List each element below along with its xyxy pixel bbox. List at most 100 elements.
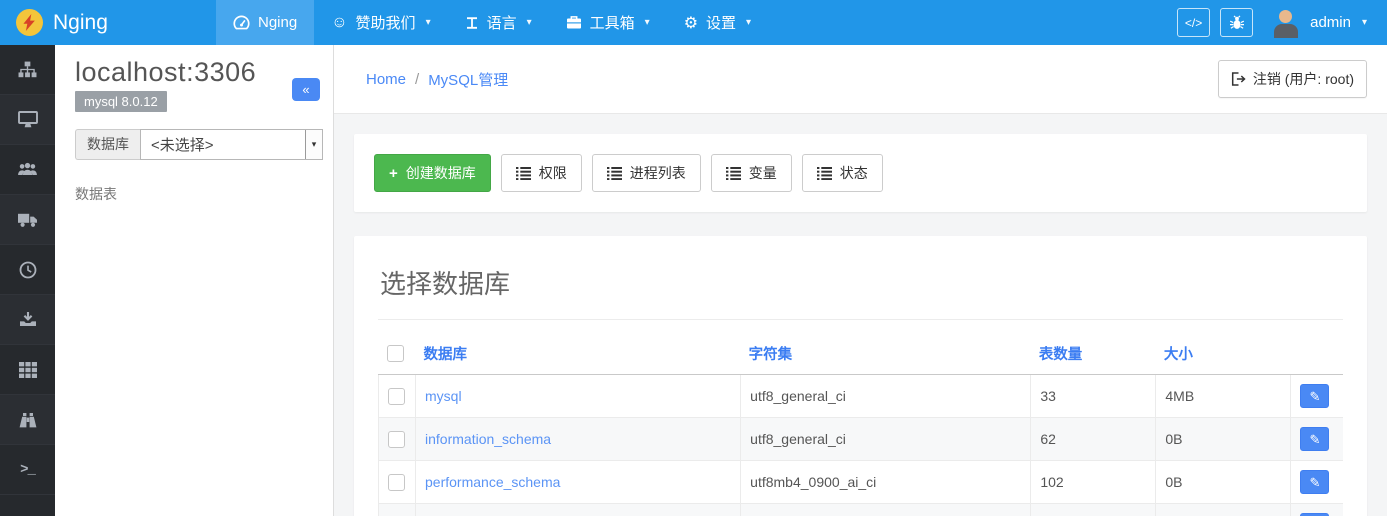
sidebar-item-binoculars[interactable] [0, 395, 55, 445]
header-size[interactable]: 大小 [1155, 333, 1291, 375]
list-icon [606, 166, 622, 180]
pencil-icon: ✎ [1309, 431, 1321, 447]
debug-button[interactable] [1220, 8, 1254, 37]
language-icon [465, 16, 479, 30]
table-row: performance_schema utf8mb4_0900_ai_ci 10… [377, 460, 1343, 504]
header-table-count[interactable]: 表数量 [1030, 333, 1156, 375]
chevron-down-icon: ▾ [526, 17, 532, 28]
logout-label: 注销 (用户: root) [1252, 71, 1354, 87]
sidebar-item-users[interactable] [0, 145, 55, 195]
nav-item-nging[interactable]: Nging [216, 0, 315, 45]
nav-item-label: 语言 [486, 15, 517, 32]
database-link[interactable]: mysql [425, 388, 462, 404]
avatar [1271, 8, 1301, 38]
edit-button[interactable]: ✎ [1300, 427, 1330, 451]
list-icon [816, 166, 832, 180]
cell-tables: 33 [1030, 374, 1157, 418]
nav-item-label: 设置 [706, 15, 737, 32]
nav-item-label: Nging [258, 14, 298, 31]
sidebar-item-table[interactable] [0, 345, 55, 395]
row-checkbox[interactable] [388, 387, 405, 405]
privileges-button[interactable]: 权限 [500, 154, 582, 192]
main-menu: Nging ☺ 赞助我们 ▾ 语言 ▾ 工具箱 ▾ ⚙ 设置 ▾ [216, 0, 768, 45]
nav-item-settings[interactable]: ⚙ 设置 ▾ [667, 0, 768, 45]
toolbar-card: + 创建数据库 权限 进程列表 变量 状态 [354, 134, 1367, 212]
main-content: Home / MySQL管理 注销 (用户: root) + 创建数据库 权限 … [334, 45, 1387, 516]
dashboard-icon [233, 15, 250, 30]
nav-item-language[interactable]: 语言 ▾ [448, 0, 549, 45]
cell-charset: utf8mb4_0900_ai_ci [740, 503, 1032, 516]
select-all-checkbox[interactable] [386, 345, 404, 362]
cell-tables: 101 [1030, 503, 1157, 516]
section-title: 选择数据库 [380, 269, 511, 299]
cell-size: 0B [1155, 460, 1292, 504]
list-icon [515, 166, 531, 180]
database-link[interactable]: information_schema [425, 431, 551, 447]
cell-size: 0B [1155, 417, 1292, 461]
table-row: mysql utf8_general_ci 33 4MB ✎ [377, 374, 1343, 418]
cell-charset: utf8mb4_0900_ai_ci [740, 460, 1032, 504]
create-database-button[interactable]: + 创建数据库 [374, 154, 491, 192]
sidebar-item-download[interactable] [0, 295, 55, 345]
status-button[interactable]: 状态 [801, 154, 883, 192]
table-icon [18, 361, 37, 378]
variables-button[interactable]: 变量 [710, 154, 792, 192]
edit-button[interactable]: ✎ [1300, 470, 1330, 494]
cell-size: 16KB [1155, 503, 1292, 516]
chevron-down-icon: ▾ [1361, 17, 1367, 28]
nav-item-toolbox[interactable]: 工具箱 ▾ [549, 0, 667, 45]
bug-icon [1229, 14, 1245, 31]
sidebar-item-desktop[interactable] [0, 95, 55, 145]
brand[interactable]: Nging [0, 0, 200, 45]
list-icon [725, 166, 741, 180]
sidebar-item-sitemap[interactable] [0, 45, 55, 95]
database-select-value: <未选择> [151, 137, 214, 154]
header-database[interactable]: 数据库 [415, 333, 741, 375]
process-list-label: 进程列表 [629, 165, 686, 181]
database-select-label: 数据库 [75, 129, 140, 160]
logout-button[interactable]: 注销 (用户: root) [1217, 60, 1367, 98]
breadcrumb: Home / MySQL管理 [366, 69, 508, 90]
breadcrumb-current[interactable]: MySQL管理 [428, 69, 508, 90]
sidebar-item-truck[interactable] [0, 195, 55, 245]
brand-label: Nging [53, 10, 108, 34]
breadcrumb-separator: / [415, 70, 420, 88]
pencil-icon: ✎ [1309, 388, 1321, 404]
row-checkbox[interactable] [388, 473, 405, 491]
database-select[interactable]: <未选择> ▾ [140, 129, 323, 160]
pencil-icon: ✎ [1309, 474, 1321, 490]
nav-item-sponsor[interactable]: ☺ 赞助我们 ▾ [314, 0, 447, 45]
code-button[interactable]: </> [1177, 8, 1211, 37]
database-link[interactable]: performance_schema [425, 474, 560, 490]
collapse-panel-button[interactable]: « [292, 78, 320, 101]
select-arrow-icon: ▾ [305, 130, 322, 159]
divider [378, 319, 1343, 320]
sidebar-item-terminal[interactable]: >_ [0, 445, 55, 495]
database-select-group: 数据库 <未选择> ▾ [75, 129, 323, 160]
table-header-row: 数据库 字符集 表数量 大小 [378, 333, 1343, 375]
mysql-version-badge: mysql 8.0.12 [75, 91, 167, 112]
status-label: 状态 [839, 165, 868, 181]
gear-icon: ⚙ [683, 14, 699, 32]
server-panel: localhost:3306 mysql 8.0.12 « 数据库 <未选择> … [55, 45, 334, 516]
cell-charset: utf8_general_ci [740, 374, 1032, 418]
variables-label: 变量 [748, 165, 777, 181]
icon-sidebar: >_ [0, 45, 55, 516]
breadcrumb-band: Home / MySQL管理 注销 (用户: root) [334, 45, 1387, 114]
user-menu[interactable]: admin ▾ [1271, 8, 1367, 38]
chevron-down-icon: ▾ [746, 17, 752, 28]
sign-out-icon [1231, 72, 1246, 86]
database-list-card: 选择数据库 数据库 字符集 表数量 大小 mysql utf8_general_… [354, 236, 1367, 516]
row-checkbox[interactable] [388, 430, 405, 448]
db-table-body: mysql utf8_general_ci 33 4MB ✎ informati… [377, 374, 1343, 516]
process-list-button[interactable]: 进程列表 [591, 154, 701, 192]
download-icon [19, 311, 37, 328]
chevron-down-icon: ▾ [644, 17, 650, 28]
header-charset[interactable]: 字符集 [740, 333, 1031, 375]
edit-button[interactable]: ✎ [1300, 384, 1330, 408]
top-navbar: Nging Nging ☺ 赞助我们 ▾ 语言 ▾ 工具箱 ▾ ⚙ 设置 ▾ <… [0, 0, 1387, 45]
nav-item-label: 赞助我们 [355, 15, 416, 32]
breadcrumb-home-link[interactable]: Home [366, 71, 406, 88]
sidebar-item-clock[interactable] [0, 245, 55, 295]
user-name: admin [1310, 14, 1351, 31]
